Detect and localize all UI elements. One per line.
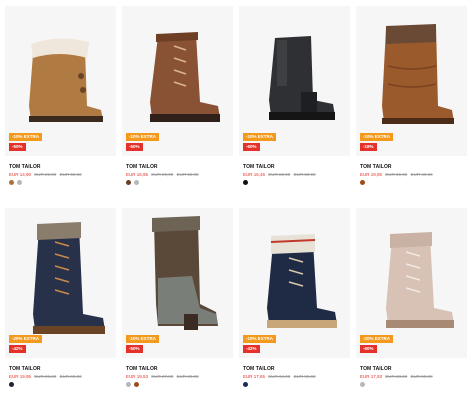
extra-discount-badge: -20% EXTRA (360, 335, 394, 343)
discount-badge: -60% (360, 345, 377, 353)
product-image[interactable]: -10% EXTRA -42% (239, 208, 350, 358)
extra-discount-badge: -10% EXTRA (126, 133, 160, 141)
old-price: EUR 29,90 (34, 374, 57, 379)
old-price: EUR 23,90 (385, 374, 408, 379)
sale-price: EUR 16,95 (126, 172, 149, 177)
product-image[interactable]: -10% EXTRA -50% (122, 208, 233, 358)
discount-badge: -18% (360, 143, 377, 151)
color-swatch[interactable] (126, 180, 131, 185)
sale-price: EUR 19,95 (360, 172, 383, 177)
extra-discount-badge: -20% EXTRA (9, 335, 43, 343)
original-price: EUR 59,90 (293, 374, 316, 379)
color-swatch[interactable] (126, 382, 131, 387)
price-line: EUR 16,45 EUR 22,90 EUR 59,90 (243, 172, 316, 177)
color-swatch[interactable] (360, 382, 365, 387)
product-card[interactable]: -20% EXTRA -60% TOM TAILOR EUR 17,93 EUR… (356, 208, 467, 387)
brand-name: TOM TAILOR (360, 164, 392, 170)
old-price: EUR 22,90 (268, 172, 291, 177)
original-price: EUR 69,90 (176, 374, 199, 379)
original-price: EUR 59,90 (59, 172, 82, 177)
original-price: EUR 59,90 (176, 172, 199, 177)
product-image[interactable]: -20% EXTRA -60% (356, 208, 467, 358)
product-image[interactable]: -20% EXTRA -42% (5, 208, 116, 358)
original-price: EUR 59,90 (410, 374, 433, 379)
discount-badge: -42% (243, 345, 260, 353)
extra-discount-badge: -10% EXTRA (9, 133, 43, 141)
color-swatch[interactable] (243, 180, 248, 185)
discount-badge: -50% (126, 345, 143, 353)
product-card[interactable]: -10% EXTRA -50% TOM TAILOR EUR 19,53 EUR… (122, 208, 233, 387)
color-swatches (126, 382, 139, 387)
sale-price: EUR 17,65 (243, 374, 266, 379)
price-line: EUR 19,95 EUR 39,90 EUR 49,90 (360, 172, 433, 177)
product-card[interactable]: -10% EXTRA -50% TOM TAILOR EUR 14,90 EUR… (5, 6, 116, 185)
sale-price: EUR 16,45 (243, 172, 266, 177)
color-swatch[interactable] (9, 382, 14, 387)
old-price: EUR 29,90 (151, 172, 174, 177)
color-swatch[interactable] (17, 180, 22, 185)
product-image[interactable]: -10% EXTRA -50% (122, 6, 233, 156)
price-line: EUR 19,53 EUR 27,90 EUR 69,90 (126, 374, 199, 379)
old-price: EUR 34,90 (268, 374, 291, 379)
original-price: EUR 59,90 (293, 172, 316, 177)
old-price: EUR 39,90 (385, 172, 408, 177)
price-line: EUR 19,95 EUR 29,90 EUR 69,90 (9, 374, 82, 379)
price-line: EUR 17,93 EUR 23,90 EUR 59,90 (360, 374, 433, 379)
old-price: EUR 29,90 (34, 172, 57, 177)
color-swatches (9, 180, 22, 185)
color-swatches (9, 382, 14, 387)
discount-badge: -42% (9, 345, 26, 353)
extra-discount-badge: -10% EXTRA (243, 335, 277, 343)
product-card[interactable]: -10% EXTRA -60% TOM TAILOR EUR 16,45 EUR… (239, 6, 350, 185)
product-grid: -10% EXTRA -50% TOM TAILOR EUR 14,90 EUR… (0, 0, 475, 400)
extra-discount-badge: -10% EXTRA (126, 335, 160, 343)
color-swatches (360, 382, 365, 387)
original-price: EUR 69,90 (59, 374, 82, 379)
extra-discount-badge: -10% EXTRA (243, 133, 277, 141)
brand-name: TOM TAILOR (9, 366, 41, 372)
color-swatch[interactable] (9, 180, 14, 185)
brand-name: TOM TAILOR (126, 366, 158, 372)
sale-price: EUR 19,95 (9, 374, 32, 379)
color-swatch[interactable] (134, 382, 139, 387)
product-card[interactable]: -10% EXTRA -50% TOM TAILOR EUR 16,95 EUR… (122, 6, 233, 185)
sale-price: EUR 19,53 (126, 374, 149, 379)
price-line: EUR 17,65 EUR 34,90 EUR 59,90 (243, 374, 316, 379)
color-swatches (360, 180, 365, 185)
product-image[interactable]: -10% EXTRA -50% (5, 6, 116, 156)
color-swatches (126, 180, 139, 185)
sale-price: EUR 14,90 (9, 172, 32, 177)
color-swatch[interactable] (134, 180, 139, 185)
product-image[interactable]: -10% EXTRA -18% (356, 6, 467, 156)
original-price: EUR 49,90 (410, 172, 433, 177)
color-swatches (243, 180, 248, 185)
product-card[interactable]: -10% EXTRA -42% TOM TAILOR EUR 17,65 EUR… (239, 208, 350, 387)
brand-name: TOM TAILOR (360, 366, 392, 372)
brand-name: TOM TAILOR (126, 164, 158, 170)
product-image[interactable]: -10% EXTRA -60% (239, 6, 350, 156)
price-line: EUR 14,90 EUR 29,90 EUR 59,90 (9, 172, 82, 177)
brand-name: TOM TAILOR (9, 164, 41, 170)
discount-badge: -50% (9, 143, 26, 151)
color-swatch[interactable] (360, 180, 365, 185)
discount-badge: -50% (126, 143, 143, 151)
product-card[interactable]: -10% EXTRA -18% TOM TAILOR EUR 19,95 EUR… (356, 6, 467, 185)
extra-discount-badge: -10% EXTRA (360, 133, 394, 141)
color-swatches (243, 382, 248, 387)
brand-name: TOM TAILOR (243, 366, 275, 372)
color-swatch[interactable] (243, 382, 248, 387)
discount-badge: -60% (243, 143, 260, 151)
old-price: EUR 27,90 (151, 374, 174, 379)
sale-price: EUR 17,93 (360, 374, 383, 379)
product-card[interactable]: -20% EXTRA -42% TOM TAILOR EUR 19,95 EUR… (5, 208, 116, 387)
brand-name: TOM TAILOR (243, 164, 275, 170)
price-line: EUR 16,95 EUR 29,90 EUR 59,90 (126, 172, 199, 177)
